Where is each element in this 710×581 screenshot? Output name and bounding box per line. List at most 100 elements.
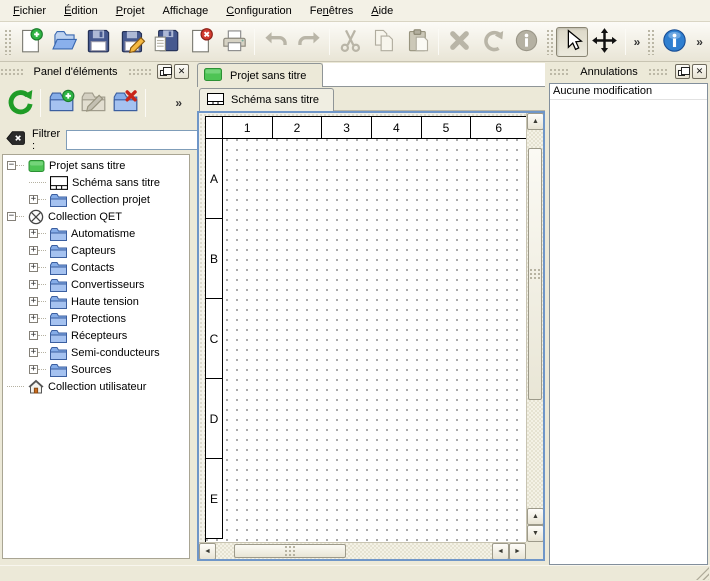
tree-connector-line — [16, 165, 24, 166]
elements-panel-titlebar[interactable]: Panel d'éléments ✕ — [0, 63, 192, 80]
expand-icon[interactable]: + — [29, 280, 38, 289]
new-category-icon — [48, 88, 75, 118]
diagram-view[interactable]: 123456 ABCDE ▲ ▲ ▼ ◄ ◄ — [197, 111, 545, 561]
delete-category-button[interactable] — [109, 87, 141, 119]
tree-connector-line — [38, 352, 46, 353]
frame-corner-cell — [206, 117, 223, 138]
resize-grip[interactable] — [696, 567, 709, 580]
row-header-C: C — [206, 299, 223, 379]
toolbar-drag-handle[interactable] — [4, 29, 12, 55]
scroll-up-button[interactable]: ▲ — [527, 113, 544, 130]
redo-button[interactable] — [292, 26, 326, 58]
reload-collections-button[interactable] — [4, 87, 36, 119]
tree-item-projet-sans-titre[interactable]: −Projet sans titre — [3, 157, 189, 174]
folder-blue-icon — [50, 312, 67, 326]
project-info-button[interactable] — [657, 26, 691, 58]
thumb-grip — [529, 268, 541, 280]
cut-button[interactable] — [333, 26, 367, 58]
menu-affichage[interactable]: Affichage — [154, 2, 218, 20]
tree-item-semi-conducteurs[interactable]: +Semi-conducteurs — [3, 344, 189, 361]
expand-icon[interactable]: + — [29, 348, 38, 357]
collapse-icon[interactable]: − — [7, 212, 16, 221]
new-file-button[interactable] — [14, 26, 48, 58]
expand-icon[interactable]: + — [29, 297, 38, 306]
save-button[interactable] — [82, 26, 116, 58]
print-icon — [221, 27, 248, 57]
edit-category-button[interactable] — [77, 87, 109, 119]
expand-icon[interactable]: + — [29, 331, 38, 340]
paste-button[interactable] — [401, 26, 435, 58]
float-panel-button[interactable] — [157, 64, 172, 79]
scroll-left-button-2[interactable]: ◄ — [492, 543, 509, 560]
scroll-left-button[interactable]: ◄ — [199, 543, 216, 560]
horizontal-scrollbar[interactable]: ◄ ◄ ► — [199, 542, 526, 559]
close-file-button[interactable] — [184, 26, 218, 58]
undo-panel-titlebar[interactable]: Annulations ✕ — [549, 63, 710, 80]
save-all-button[interactable] — [150, 26, 184, 58]
menu-aide[interactable]: Aide — [362, 2, 402, 20]
tree-item-protections[interactable]: +Protections — [3, 310, 189, 327]
undo-list-item[interactable]: Aucune modification — [550, 84, 707, 100]
tree-item-collection-qet[interactable]: −Collection QET — [3, 208, 189, 225]
diagram-paper[interactable]: 123456 ABCDE — [205, 116, 527, 546]
tree-item-haute-tension[interactable]: +Haute tension — [3, 293, 189, 310]
tree-item-sources[interactable]: +Sources — [3, 361, 189, 378]
select-tool-button[interactable] — [556, 27, 588, 57]
tree-item-schema-sans-titre[interactable]: Schéma sans titre — [3, 174, 189, 191]
panel-overflow-chevron-icon[interactable]: » — [175, 96, 188, 110]
tree-connector-line — [38, 318, 46, 319]
menu-projet[interactable]: Projet — [107, 2, 154, 20]
horizontal-scroll-thumb[interactable] — [234, 544, 346, 558]
clear-filter-icon[interactable] — [6, 130, 26, 150]
close-panel-button[interactable]: ✕ — [692, 64, 707, 79]
save-as-button[interactable] — [116, 26, 150, 58]
rotate-button[interactable] — [476, 26, 510, 58]
expand-icon[interactable]: + — [29, 229, 38, 238]
toolbar-overflow-chevron-icon[interactable]: » — [629, 35, 646, 49]
object-info-icon — [513, 27, 540, 57]
close-panel-button[interactable]: ✕ — [174, 64, 189, 79]
horizontal-scroll-track[interactable] — [216, 543, 492, 559]
tab-project[interactable]: Projet sans titre — [197, 63, 323, 87]
float-panel-button[interactable] — [675, 64, 690, 79]
edit-category-icon — [80, 88, 107, 118]
expand-icon[interactable]: + — [29, 195, 38, 204]
object-info-button[interactable] — [510, 26, 544, 58]
tree-item-convertisseurs[interactable]: +Convertisseurs — [3, 276, 189, 293]
menu-fichier[interactable]: Fichier — [4, 2, 55, 20]
tree-item-capteurs[interactable]: +Capteurs — [3, 242, 189, 259]
open-file-button[interactable] — [48, 26, 82, 58]
menu-configuration[interactable]: Configuration — [217, 2, 301, 20]
tree-item-contacts[interactable]: +Contacts — [3, 259, 189, 276]
tree-item-collection-utilisateur[interactable]: Collection utilisateur — [3, 378, 189, 395]
toolbar-drag-handle[interactable] — [546, 29, 554, 55]
tree-item-collection-projet[interactable]: +Collection projet — [3, 191, 189, 208]
filter-input[interactable] — [66, 130, 216, 150]
menu-fenetres[interactable]: Fenêtres — [301, 2, 362, 20]
delete-button[interactable] — [442, 26, 476, 58]
expand-icon[interactable]: + — [29, 246, 38, 255]
toolbar-drag-handle[interactable] — [647, 29, 655, 55]
vertical-scrollbar[interactable]: ▲ ▲ ▼ — [526, 113, 543, 542]
vertical-scroll-track[interactable] — [527, 130, 543, 508]
tab-schema[interactable]: Schéma sans titre — [199, 88, 334, 111]
menu-edition[interactable]: Édition — [55, 2, 107, 20]
toolbar-overflow-chevron-icon[interactable]: » — [691, 35, 708, 49]
collapse-icon[interactable]: − — [7, 161, 16, 170]
main-area: Panel d'éléments ✕ » — [0, 62, 710, 565]
select-arrow-icon — [559, 28, 584, 56]
copy-button[interactable] — [367, 26, 401, 58]
scroll-right-button[interactable]: ► — [509, 543, 526, 560]
print-button[interactable] — [218, 26, 252, 58]
undo-button[interactable] — [258, 26, 292, 58]
vertical-scroll-thumb[interactable] — [528, 148, 542, 400]
expand-icon[interactable]: + — [29, 365, 38, 374]
move-tool-button[interactable] — [588, 26, 622, 58]
new-category-button[interactable] — [45, 87, 77, 119]
tree-item-recepteurs[interactable]: +Récepteurs — [3, 327, 189, 344]
expand-icon[interactable]: + — [29, 314, 38, 323]
scroll-down-button[interactable]: ▼ — [527, 525, 544, 542]
tree-item-automatisme[interactable]: +Automatisme — [3, 225, 189, 242]
scroll-up-button-2[interactable]: ▲ — [527, 508, 544, 525]
expand-icon[interactable]: + — [29, 263, 38, 272]
